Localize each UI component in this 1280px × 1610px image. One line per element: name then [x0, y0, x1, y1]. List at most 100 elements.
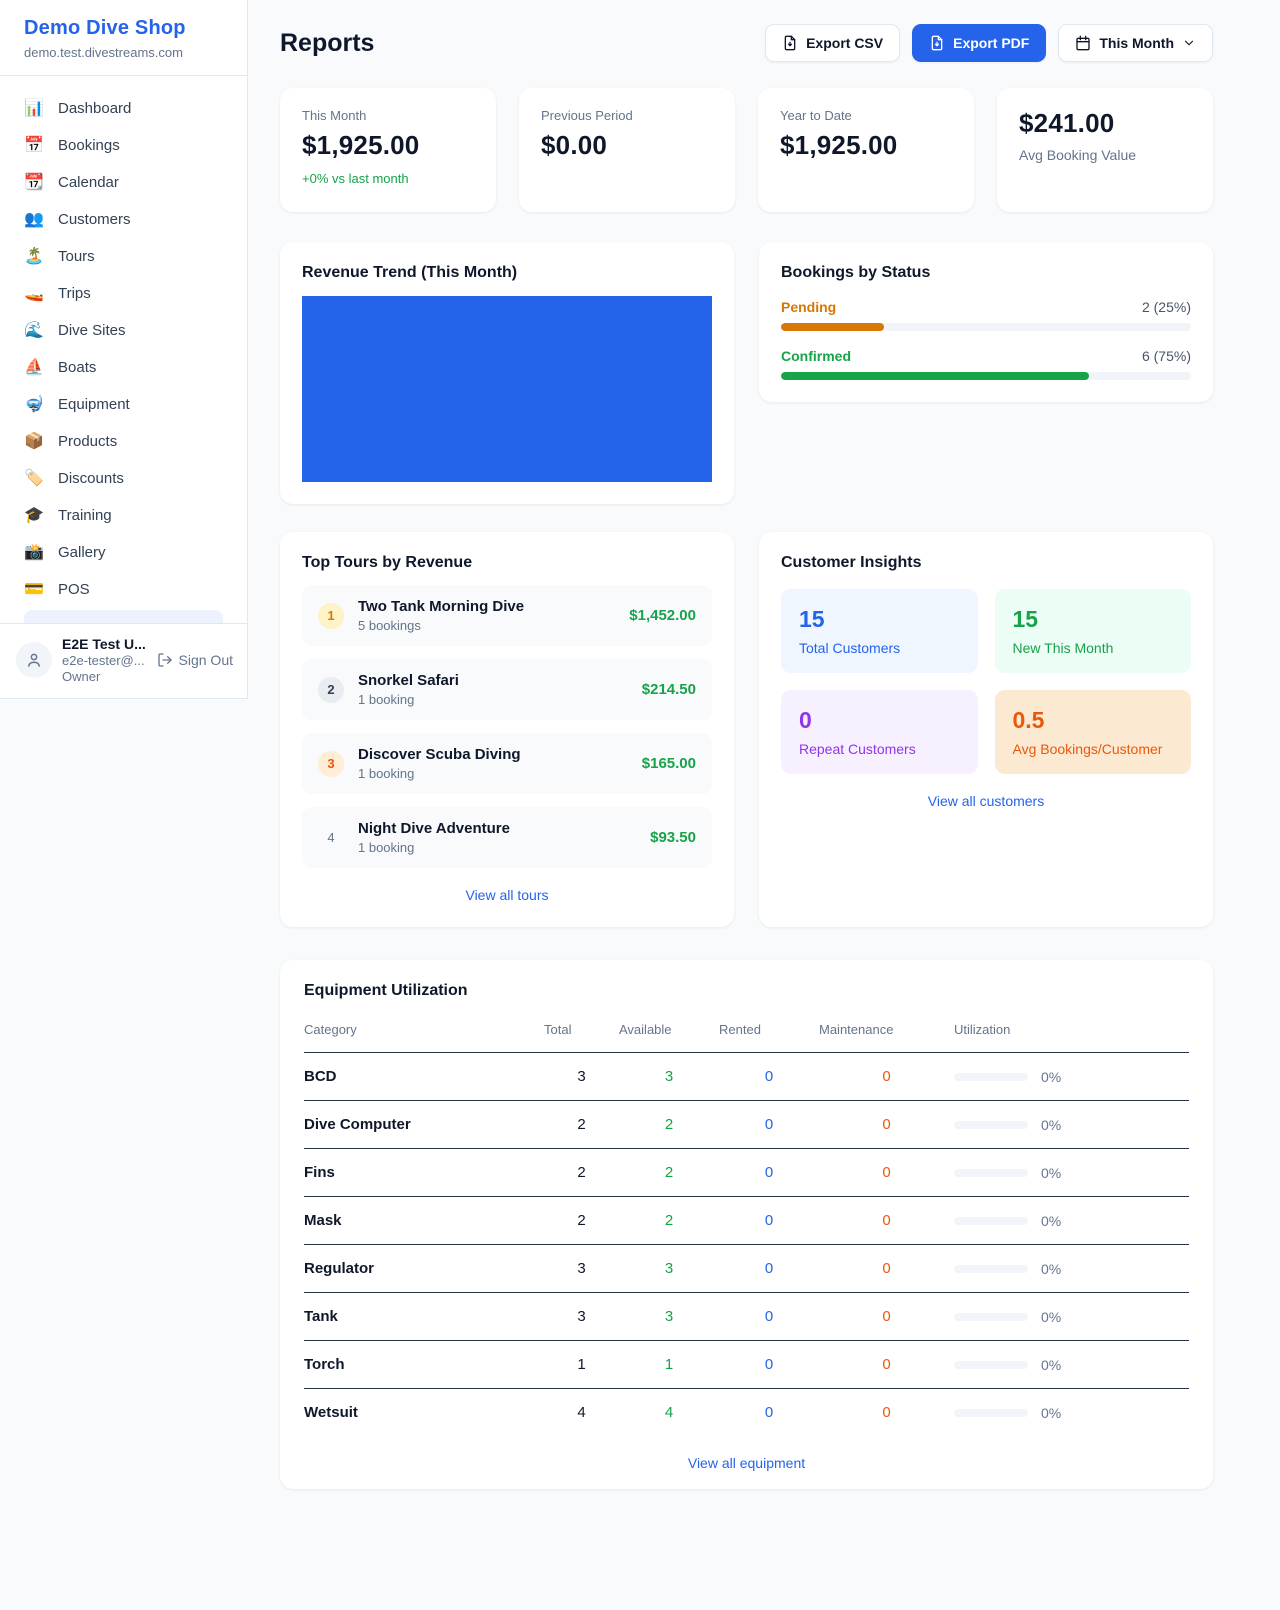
tour-row: 4 Night Dive Adventure 1 booking $93.50 [302, 807, 712, 868]
export-pdf-button[interactable]: Export PDF [912, 24, 1046, 62]
shop-domain: demo.test.divestreams.com [24, 45, 223, 60]
dashboard-icon: 📊 [24, 101, 44, 117]
sidebar-item-label: Equipment [58, 396, 130, 413]
bookings-status-title: Bookings by Status [781, 264, 1191, 282]
cell-available: 2 [619, 1101, 719, 1149]
cell-maintenance: 0 [819, 1149, 954, 1197]
cell-maintenance: 0 [819, 1053, 954, 1101]
cell-total: 4 [544, 1389, 619, 1437]
table-row: Regulator 3 3 0 0 0% [304, 1245, 1189, 1293]
sidebar-item-dashboard[interactable]: 📊 Dashboard [12, 90, 235, 127]
cell-rented: 0 [719, 1149, 819, 1197]
utilization-cell: 0% [954, 1405, 1189, 1421]
sign-out-icon [157, 652, 173, 668]
products-icon: 📦 [24, 434, 44, 450]
tile-value: 0 [799, 707, 960, 734]
table-row: Fins 2 2 0 0 0% [304, 1149, 1189, 1197]
cell-maintenance: 0 [819, 1389, 954, 1437]
cell-total: 3 [544, 1053, 619, 1101]
sidebar-item-label: Bookings [58, 137, 120, 154]
utilization-percent: 0% [1041, 1261, 1061, 1277]
stat-label: This Month [302, 108, 474, 123]
tour-revenue: $1,452.00 [629, 607, 696, 624]
sidebar-item-customers[interactable]: 👥 Customers [12, 201, 235, 238]
stat-card-previous-period: Previous Period $0.00 [519, 88, 735, 212]
sidebar-item-products[interactable]: 📦 Products [12, 423, 235, 460]
cell-available: 2 [619, 1197, 719, 1245]
tile-repeat-customers: 0 Repeat Customers [781, 690, 978, 774]
cell-category: Dive Computer [304, 1101, 544, 1149]
sidebar-item-gallery[interactable]: 📸 Gallery [12, 534, 235, 571]
sign-out-label: Sign Out [179, 652, 233, 668]
sidebar-item-label: Training [58, 507, 112, 524]
sidebar-item-label: POS [58, 581, 90, 598]
cell-rented: 0 [719, 1101, 819, 1149]
sidebar-item-label: Customers [58, 211, 131, 228]
stat-card-this-month: This Month $1,925.00 +0% vs last month [280, 88, 496, 212]
sidebar-item-label: Discounts [58, 470, 124, 487]
sidebar-item-discounts[interactable]: 🏷️ Discounts [12, 460, 235, 497]
cell-maintenance: 0 [819, 1245, 954, 1293]
sidebar-item-trips[interactable]: 🚤 Trips [12, 275, 235, 312]
cell-maintenance: 0 [819, 1101, 954, 1149]
sidebar-item-dive-sites[interactable]: 🌊 Dive Sites [12, 312, 235, 349]
stat-value: $1,925.00 [302, 130, 474, 161]
stat-card-avg-booking-value: $241.00 Avg Booking Value [997, 88, 1213, 212]
sidebar-item-boats[interactable]: ⛵ Boats [12, 349, 235, 386]
sidebar-item-pos[interactable]: 💳 POS [12, 571, 235, 608]
sidebar-item-label: Tours [58, 248, 95, 265]
cell-available: 3 [619, 1245, 719, 1293]
cell-total: 1 [544, 1341, 619, 1389]
cell-total: 2 [544, 1101, 619, 1149]
utilization-percent: 0% [1041, 1405, 1061, 1421]
equipment-icon: 🤿 [24, 397, 44, 413]
table-row: Wetsuit 4 4 0 0 0% [304, 1389, 1189, 1437]
cell-available: 4 [619, 1389, 719, 1437]
tile-total-customers: 15 Total Customers [781, 589, 978, 673]
sidebar-item-equipment[interactable]: 🤿 Equipment [12, 386, 235, 423]
user-name: E2E Test U... [62, 636, 146, 652]
page-title: Reports [280, 29, 374, 58]
sidebar-item-bookings[interactable]: 📅 Bookings [12, 127, 235, 164]
cell-category: Wetsuit [304, 1389, 544, 1437]
tile-label: Repeat Customers [799, 741, 960, 757]
equipment-utilization-card: Equipment Utilization Category Total Ava… [280, 960, 1213, 1489]
tour-bookings: 5 bookings [358, 618, 524, 633]
status-label-confirmed: Confirmed [781, 348, 851, 364]
tour-revenue: $165.00 [642, 755, 696, 772]
cell-maintenance: 0 [819, 1341, 954, 1389]
main-content: Reports Export CSV Export PDF This Month… [248, 0, 1280, 1529]
view-all-customers-link[interactable]: View all customers [928, 793, 1044, 809]
view-all-equipment-link[interactable]: View all equipment [688, 1455, 805, 1471]
sidebar-item-reports-partial[interactable] [24, 610, 223, 623]
stat-value: $1,925.00 [780, 130, 952, 161]
column-header-maintenance: Maintenance [819, 1012, 954, 1053]
revenue-trend-card: Revenue Trend (This Month) [280, 242, 734, 504]
tour-revenue: $214.50 [642, 681, 696, 698]
utilization-cell: 0% [954, 1261, 1189, 1277]
cell-category: BCD [304, 1053, 544, 1101]
utilization-cell: 0% [954, 1069, 1189, 1085]
utilization-percent: 0% [1041, 1357, 1061, 1373]
cell-maintenance: 0 [819, 1197, 954, 1245]
table-row: Tank 3 3 0 0 0% [304, 1293, 1189, 1341]
period-dropdown[interactable]: This Month [1058, 24, 1213, 62]
sidebar-item-label: Calendar [58, 174, 119, 191]
sign-out-button[interactable]: Sign Out [157, 652, 233, 668]
tour-bookings: 1 booking [358, 692, 459, 707]
top-tours-title: Top Tours by Revenue [302, 554, 712, 572]
view-all-tours-link[interactable]: View all tours [465, 887, 548, 903]
customers-icon: 👥 [24, 212, 44, 228]
sidebar-item-training[interactable]: 🎓 Training [12, 497, 235, 534]
file-download-icon [929, 35, 945, 51]
export-csv-button[interactable]: Export CSV [765, 24, 900, 62]
sidebar-nav: 📊 Dashboard 📅 Bookings 📆 Calendar 👥 Cust… [0, 76, 247, 623]
utilization-percent: 0% [1041, 1069, 1061, 1085]
sidebar-item-calendar[interactable]: 📆 Calendar [12, 164, 235, 201]
cell-total: 2 [544, 1149, 619, 1197]
table-row: Mask 2 2 0 0 0% [304, 1197, 1189, 1245]
cell-available: 3 [619, 1293, 719, 1341]
tile-avg-bookings-customer: 0.5 Avg Bookings/Customer [995, 690, 1192, 774]
sidebar-item-tours[interactable]: 🏝️ Tours [12, 238, 235, 275]
tour-name: Discover Scuba Diving [358, 746, 521, 763]
